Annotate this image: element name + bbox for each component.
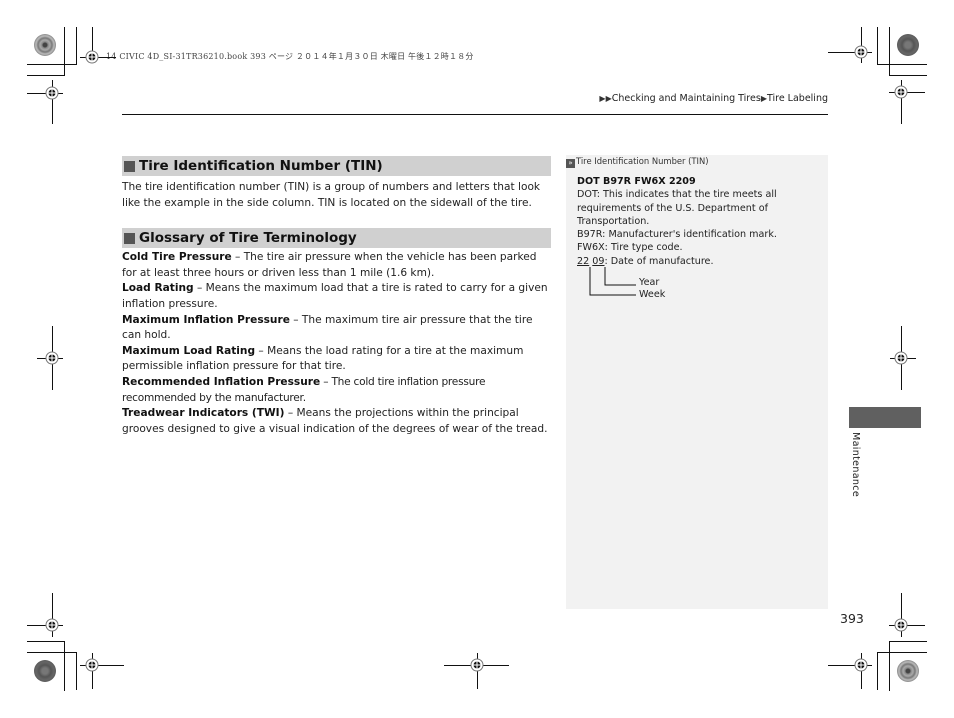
registration-target-icon	[854, 45, 868, 59]
crop-line	[877, 64, 927, 65]
section-heading-tin: Tire Identification Number (TIN)	[122, 156, 551, 176]
crop-line	[27, 75, 65, 76]
registration-target-icon	[85, 50, 99, 64]
glossary-list: Cold Tire Pressure – The tire air pressu…	[122, 250, 551, 437]
week-leader-line	[589, 267, 636, 296]
section-heading-glossary: Glossary of Tire Terminology	[122, 228, 551, 249]
glossary-entry: Maximum Inflation Pressure – The maximum…	[122, 313, 551, 344]
color-rosette-icon	[897, 660, 919, 682]
crop-line	[27, 641, 65, 642]
color-rosette-icon	[34, 34, 56, 56]
week-label: Week	[639, 289, 666, 300]
breadcrumb: ▶▶Checking and Maintaining Tires▶Tire La…	[599, 93, 828, 104]
double-triangle-right-icon: ▶▶	[599, 94, 612, 103]
crop-line	[889, 641, 890, 691]
color-rosette-icon	[34, 660, 56, 682]
crop-line	[889, 75, 927, 76]
glossary-term: Maximum Inflation Pressure	[122, 313, 290, 326]
section-square-icon	[124, 232, 135, 244]
printer-slug-header: 14 CIVIC 4D_SI-31TR36210.book 393 ページ ２０…	[106, 52, 474, 61]
tin-explanation: DOT: This indicates that the tire meets …	[577, 189, 777, 227]
side-reference: » Tire Identification Number (TIN)	[566, 156, 709, 168]
glossary-entry: Treadwear Indicators (TWI) – Means the p…	[122, 406, 551, 437]
year-label: Year	[639, 277, 660, 288]
tin-example-code: DOT B97R FW6X 2209	[577, 176, 696, 187]
date-code-diagram	[589, 267, 636, 296]
registration-target-icon	[45, 86, 59, 100]
breadcrumb-item[interactable]: Tire Labeling	[767, 93, 828, 104]
tin-description: The tire identification number (TIN) is …	[122, 181, 541, 209]
crop-line	[877, 652, 878, 690]
registration-target-icon	[45, 351, 59, 365]
crop-line	[64, 641, 65, 691]
glossary-term: Maximum Load Rating	[122, 344, 256, 357]
registration-target-icon	[854, 658, 868, 672]
breadcrumb-item[interactable]: Checking and Maintaining Tires	[612, 93, 761, 104]
section-square-icon	[124, 160, 135, 172]
crop-line	[76, 652, 77, 690]
page-number: 393	[840, 611, 864, 626]
registration-target-icon	[894, 85, 908, 99]
glossary-term: Recommended Inflation Pressure	[122, 375, 321, 388]
glossary-term: Cold Tire Pressure	[122, 251, 232, 264]
reference-arrow-icon: »	[566, 159, 575, 168]
chapter-tab-label[interactable]: Maintenance	[850, 432, 861, 497]
registration-target-icon	[85, 658, 99, 672]
registration-target-icon	[45, 618, 59, 632]
crop-line	[877, 652, 927, 653]
crop-line	[76, 27, 77, 65]
registration-target-icon	[894, 351, 908, 365]
side-reference-title: Tire Identification Number (TIN)	[576, 156, 709, 166]
crop-line	[27, 652, 77, 653]
side-column: » Tire Identification Number (TIN) DOT B9…	[566, 155, 828, 609]
glossary-term: Treadwear Indicators (TWI)	[122, 407, 285, 420]
crop-line	[877, 27, 878, 65]
crop-line	[64, 27, 65, 75]
glossary-entry: Load Rating – Means the maximum load tha…	[122, 281, 551, 312]
chapter-tab-marker	[849, 407, 921, 428]
section-heading-text: Glossary of Tire Terminology	[139, 230, 357, 247]
main-column: Tire Identification Number (TIN) The tir…	[122, 156, 551, 437]
side-body: DOT B97R FW6X 2209 DOT: This indicates t…	[577, 175, 822, 268]
section-heading-text: Tire Identification Number (TIN)	[139, 158, 383, 174]
color-rosette-icon	[897, 34, 919, 56]
crop-line	[27, 64, 77, 65]
tin-explanation: B97R: Manufacturer's identification mark…	[577, 229, 777, 241]
glossary-entry: Maximum Load Rating – Means the load rat…	[122, 344, 551, 375]
crop-line	[889, 641, 927, 642]
glossary-entry: Cold Tire Pressure – The tire air pressu…	[122, 250, 551, 281]
year-leader-line	[604, 267, 636, 286]
glossary-term: Load Rating	[122, 282, 194, 295]
tin-explanation: FW6X: Tire type code.	[577, 242, 683, 254]
registration-target-icon	[894, 618, 908, 632]
header-divider	[122, 114, 828, 115]
registration-target-icon	[470, 658, 484, 672]
glossary-entry: Recommended Inflation Pressure – The col…	[122, 375, 551, 406]
crop-line	[889, 27, 890, 75]
